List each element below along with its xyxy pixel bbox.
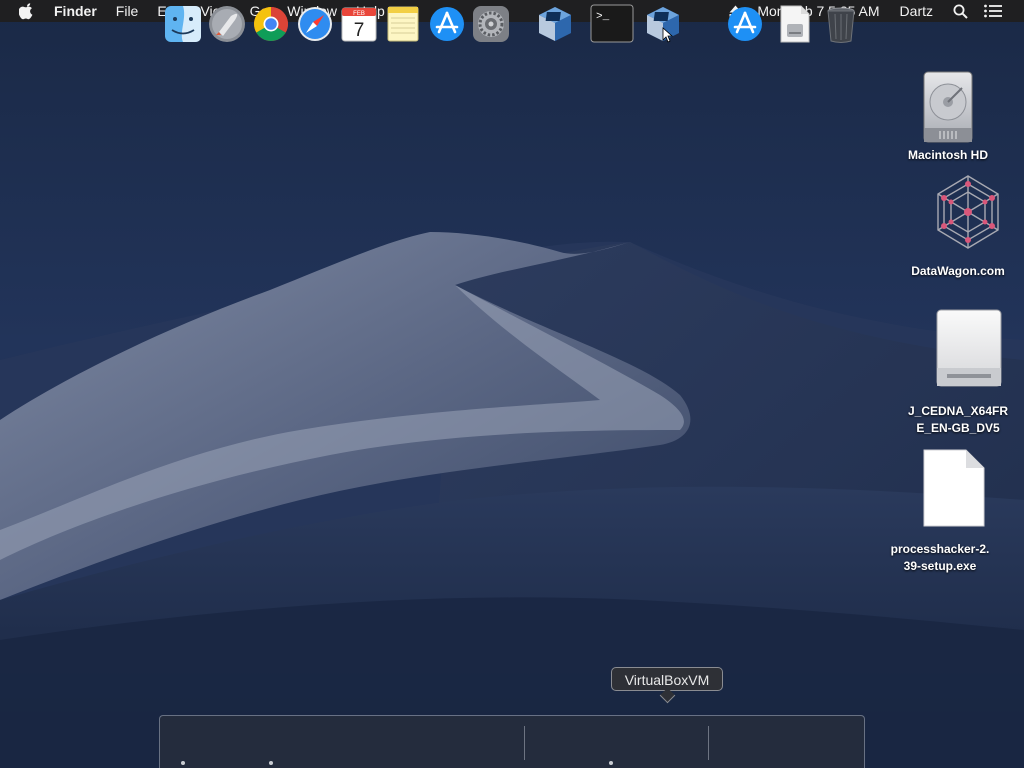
- app-store-icon: [430, 7, 464, 41]
- dock-tooltip: VirtualBoxVM: [611, 667, 723, 704]
- desktop-icon-label: J_CEDNA_X64FR E_EN-GB_DV5: [907, 404, 1009, 435]
- spotlight-search-icon[interactable]: [953, 0, 968, 22]
- menu-bar: Finder File Edit View Go Window Help Mon…: [0, 0, 1024, 22]
- launchpad-rocket-icon: [209, 6, 245, 42]
- dock-item-chrome[interactable]: [251, 4, 291, 48]
- dock-item-trash[interactable]: [821, 4, 861, 48]
- menu-finder[interactable]: Finder: [54, 0, 97, 22]
- dock-item-virtualboxvm[interactable]: [643, 4, 683, 48]
- dock-item-terminal[interactable]: >_: [590, 4, 634, 48]
- desktop-icon-label: processhacker-2. 39-setup.exe: [890, 542, 990, 573]
- menu-bar-clock[interactable]: Mon Feb 7 5:25 AM: [757, 0, 879, 22]
- dock-item-calendar[interactable]: FEB 7: [339, 4, 379, 48]
- desktop-wallpaper: [0, 0, 1024, 768]
- dock-item-app-store[interactable]: [427, 4, 467, 48]
- apple-logo-icon[interactable]: [19, 0, 37, 22]
- desktop-icon-label: Macintosh HD: [907, 148, 988, 162]
- running-indicator-chrome: [269, 761, 273, 765]
- document-icon: [923, 449, 985, 527]
- calendar-icon: FEB 7: [341, 7, 377, 42]
- calendar-month: FEB: [353, 11, 365, 17]
- gear-icon: [473, 6, 509, 42]
- dock-item-app-store-2[interactable]: [725, 4, 765, 48]
- finder-icon: [165, 6, 201, 42]
- dock-item-disk-image[interactable]: [777, 4, 817, 48]
- dock: [159, 715, 865, 768]
- dock-item-system-preferences[interactable]: [471, 4, 511, 48]
- terminal-icon: >_: [590, 4, 634, 43]
- running-indicator-terminal: [609, 761, 613, 765]
- menu-file[interactable]: File: [116, 0, 139, 22]
- safari-compass-icon: [298, 7, 332, 41]
- dock-separator: [524, 726, 525, 760]
- calendar-day: 7: [354, 20, 365, 41]
- chrome-icon: [254, 7, 288, 41]
- running-indicator-finder: [181, 761, 185, 765]
- dock-item-finder[interactable]: [163, 4, 203, 48]
- trash-icon: [827, 7, 855, 43]
- terminal-prompt: >_: [596, 11, 610, 23]
- optical-disc-drive-icon: [936, 309, 1002, 387]
- dock-tooltip-text: VirtualBoxVM: [624, 672, 710, 688]
- dock-separator: [708, 726, 709, 760]
- desktop-icon-datawagon[interactable]: DataWagon.com: [898, 172, 1018, 280]
- notification-center-icon[interactable]: [984, 0, 1002, 22]
- desktop-icon-disc-drive[interactable]: J_CEDNA_X64FR E_EN-GB_DV5: [898, 308, 1018, 437]
- desktop-icon-label: DataWagon.com: [911, 264, 1005, 278]
- dock-item-safari[interactable]: [295, 4, 335, 48]
- network-share-icon: [937, 175, 999, 249]
- notes-icon: [387, 6, 419, 42]
- desktop-icon-macintosh-hd[interactable]: Macintosh HD: [898, 68, 998, 164]
- menu-bar-status-area: Mon Feb 7 5:25 AM Dartz: [729, 0, 1024, 22]
- dock-item-virtualbox[interactable]: [535, 4, 575, 48]
- dock-item-notes[interactable]: [383, 4, 423, 48]
- desktop-icon-processhacker[interactable]: processhacker-2. 39-setup.exe: [880, 448, 1000, 575]
- virtualbox-icon: [647, 7, 679, 43]
- hard-drive-icon: [923, 71, 973, 143]
- dock-item-launchpad[interactable]: [207, 4, 247, 48]
- menu-bar-user[interactable]: Dartz: [900, 0, 933, 22]
- virtualbox-icon: [539, 7, 571, 41]
- disk-image-document-icon: [780, 5, 810, 43]
- app-store-icon: [728, 7, 762, 41]
